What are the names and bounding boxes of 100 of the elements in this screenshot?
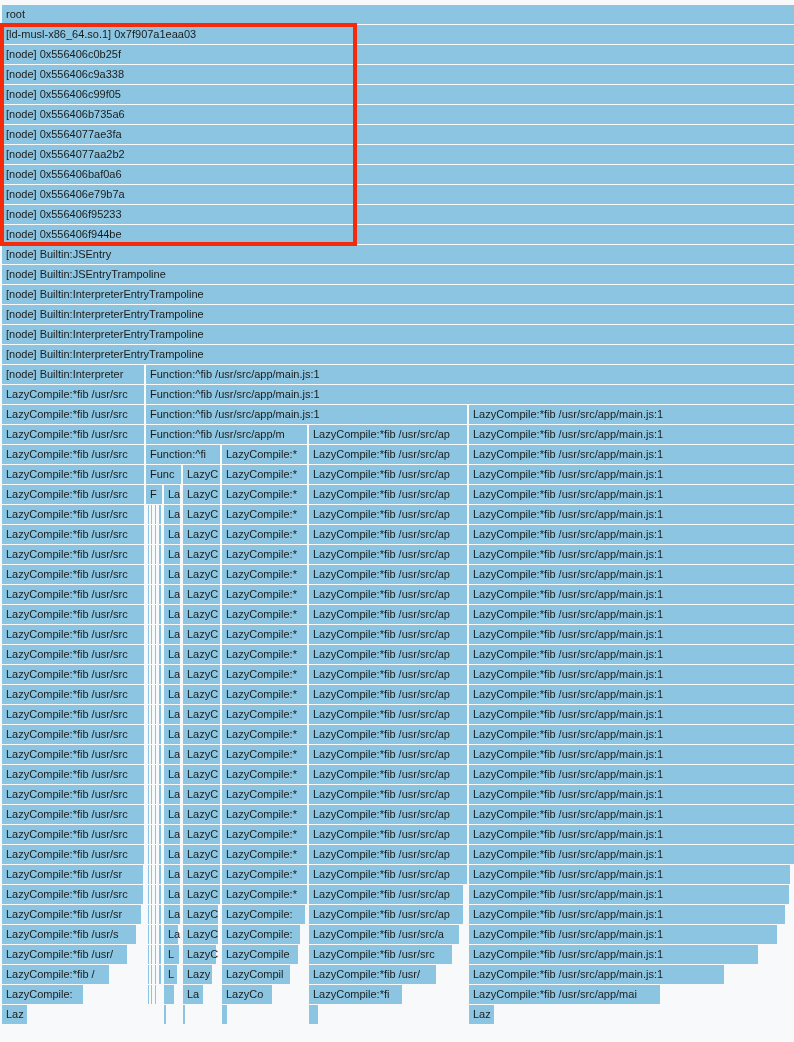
flame-frame[interactable]: [node] 0x556406baf0a6 bbox=[2, 165, 794, 184]
flame-frame[interactable]: LazyCompile:* bbox=[222, 725, 307, 744]
flame-frame[interactable]: LazyC bbox=[183, 885, 220, 904]
flame-frame[interactable]: LazyCompile: bbox=[2, 985, 83, 1004]
flame-frame[interactable]: LazyCompil bbox=[222, 965, 290, 984]
flame-frame[interactable]: LazyCompile:* bbox=[222, 585, 307, 604]
flame-frame[interactable]: LazyCompile:*fib /usr/src/app/main.js:1 bbox=[469, 925, 777, 944]
flame-frame[interactable]: LazyCompile:*fib /usr/src/app/main.js:1 bbox=[469, 905, 785, 924]
flame-frame[interactable]: LazyCompile:*fib /usr/src/app/main.js:1 bbox=[469, 585, 794, 604]
flame-frame[interactable]: LazyC bbox=[183, 765, 220, 784]
flame-frame[interactable]: La bbox=[164, 585, 180, 604]
flame-frame[interactable]: LazyCompile:* bbox=[222, 685, 307, 704]
flame-frame[interactable]: LazyCompile:*fib /usr/src/ap bbox=[309, 785, 467, 804]
flame-frame[interactable]: La bbox=[164, 545, 180, 564]
flame-frame[interactable]: LazyCompile:*fib /usr/src bbox=[2, 705, 144, 724]
flame-frame[interactable]: LazyCompile:* bbox=[222, 845, 307, 864]
flame-frame[interactable]: LazyCompile:*fib /usr/src bbox=[2, 405, 144, 424]
flame-frame[interactable]: La bbox=[164, 645, 180, 664]
flame-frame[interactable]: LazyCompile:*fib /usr/src bbox=[2, 425, 144, 444]
flame-frame[interactable]: La bbox=[164, 725, 180, 744]
flame-frame[interactable]: LazyCompile:*fib /usr/src bbox=[2, 645, 144, 664]
flame-frame[interactable]: LazyC bbox=[183, 925, 218, 944]
flame-frame[interactable]: [node] Builtin:InterpreterEntryTrampoline bbox=[2, 325, 794, 344]
flame-frame[interactable]: LazyC bbox=[183, 825, 220, 844]
flame-frame[interactable]: LazyCompile:*fib /usr/src bbox=[2, 445, 144, 464]
flame-frame[interactable]: LazyCompile:*fib /usr/src/app/main.js:1 bbox=[469, 685, 794, 704]
flame-frame[interactable]: LazyC bbox=[183, 905, 218, 924]
flame-frame[interactable]: LazyCompile:*fib /usr/src/ap bbox=[309, 525, 467, 544]
flame-frame[interactable]: LazyC bbox=[183, 745, 220, 764]
flame-frame[interactable]: LazyCompile:*fib /usr/src/ap bbox=[309, 545, 467, 564]
flame-frame[interactable]: LazyCompile:*fib /usr/src/ap bbox=[309, 845, 467, 864]
flame-frame[interactable]: La bbox=[164, 865, 180, 884]
flame-frame[interactable]: [node] Builtin:JSEntry bbox=[2, 245, 794, 264]
flame-frame[interactable]: LazyCompile:*fib /usr/src/ap bbox=[309, 705, 467, 724]
flame-frame[interactable]: LazyCompile:*fib /usr/src/ap bbox=[309, 805, 467, 824]
flame-frame[interactable]: [node] Builtin:JSEntryTrampoline bbox=[2, 265, 794, 284]
flame-frame[interactable]: LazyCompile:*fib /usr/src/app/main.js:1 bbox=[469, 645, 794, 664]
flame-frame[interactable]: LazyCompile:*fib /usr/src/ap bbox=[309, 585, 467, 604]
flame-frame[interactable]: LazyCompile:*fib /usr/src bbox=[2, 505, 144, 524]
flame-frame[interactable]: LazyCompile:*fib /usr/src/ap bbox=[309, 485, 467, 504]
flame-frame[interactable]: L bbox=[164, 945, 179, 964]
flame-frame-sliver[interactable] bbox=[309, 1005, 318, 1024]
flame-frame[interactable]: Func bbox=[146, 465, 181, 484]
flame-frame[interactable]: LazyCompile:*fib /usr/src bbox=[2, 545, 144, 564]
flame-frame[interactable]: La bbox=[164, 845, 180, 864]
flame-frame[interactable]: LazyCompile:*fib /usr/src/app/main.js:1 bbox=[469, 665, 794, 684]
flame-frame[interactable]: [node] 0x556406c99f05 bbox=[2, 85, 794, 104]
flame-frame[interactable]: LazyCompile:*fib /usr/src/app/main.js:1 bbox=[469, 785, 794, 804]
flame-frame[interactable]: LazyC bbox=[183, 945, 216, 964]
flame-frame[interactable]: [node] 0x556406f944be bbox=[2, 225, 794, 244]
flame-frame[interactable]: LazyCompile:*fib /usr/src/app/main.js:1 bbox=[469, 465, 794, 484]
flame-frame[interactable]: LazyCompile:* bbox=[222, 465, 307, 484]
flame-frame[interactable]: LazyCompile:*fib /usr/src/app/main.js:1 bbox=[469, 605, 794, 624]
flame-frame-sliver[interactable] bbox=[164, 985, 174, 1004]
flame-frame[interactable]: [node] 0x556406c0b25f bbox=[2, 45, 794, 64]
flame-frame[interactable]: LazyCompile:*fib /usr/src/app/main.js:1 bbox=[469, 425, 794, 444]
flame-frame[interactable]: LazyCompile:*fib /usr/src/ap bbox=[309, 445, 467, 464]
flame-frame[interactable]: LazyCompile:*fib /usr/src/app/main.js:1 bbox=[469, 525, 794, 544]
flame-frame[interactable]: LazyCompile:* bbox=[222, 785, 307, 804]
flame-frame[interactable]: LazyC bbox=[183, 785, 220, 804]
flame-frame[interactable]: LazyC bbox=[183, 465, 220, 484]
flame-frame[interactable]: Laz bbox=[469, 1005, 494, 1024]
flame-frame[interactable]: LazyCompile:*fib /usr/src bbox=[2, 485, 144, 504]
flame-frame-sliver[interactable] bbox=[222, 1005, 227, 1024]
flame-frame[interactable]: LazyCompile:*fib /usr/src/ap bbox=[309, 825, 467, 844]
flame-frame[interactable]: LazyCompile:*fib /usr/src/app/main.js:1 bbox=[469, 945, 758, 964]
flame-frame[interactable]: [node] Builtin:InterpreterEntryTrampoline bbox=[2, 345, 794, 364]
flame-frame[interactable]: LazyC bbox=[183, 505, 220, 524]
flame-frame[interactable]: La bbox=[164, 565, 180, 584]
flame-frame[interactable]: LazyCompile:*fib /usr/src/app/main.js:1 bbox=[469, 485, 794, 504]
flame-frame[interactable]: LazyCompile:*fib /usr/src bbox=[2, 685, 144, 704]
flame-frame[interactable]: LazyCompile:*fib /usr/src/app/main.js:1 bbox=[469, 565, 794, 584]
flame-frame[interactable]: La bbox=[164, 825, 180, 844]
flame-frame[interactable]: La bbox=[164, 625, 180, 644]
flame-frame[interactable]: LazyCompile:*fib /usr/src/app/main.js:1 bbox=[469, 805, 794, 824]
flame-frame[interactable]: Function:^fib /usr/src/app/main.js:1 bbox=[146, 405, 467, 424]
flame-frame[interactable]: LazyCompile:*fib /usr/src/ap bbox=[309, 505, 467, 524]
flame-frame[interactable]: LazyC bbox=[183, 725, 220, 744]
flame-frame[interactable]: La bbox=[164, 485, 180, 504]
flame-frame[interactable]: LazyCompile bbox=[222, 945, 298, 964]
flame-frame[interactable]: LazyCompile:*fib /usr/src/ap bbox=[309, 565, 467, 584]
flame-frame[interactable]: LazyCompile:*fib /usr/src bbox=[2, 785, 144, 804]
flame-frame[interactable]: [node] 0x5564077ae3fa bbox=[2, 125, 794, 144]
flame-frame[interactable]: LazyCo bbox=[222, 985, 272, 1004]
flame-frame[interactable]: LazyC bbox=[183, 685, 220, 704]
flame-frame[interactable]: LazyC bbox=[183, 545, 220, 564]
flame-frame[interactable]: LazyCompile:*fib /usr/src/app/main.js:1 bbox=[469, 445, 794, 464]
flame-frame[interactable]: LazyCompile:* bbox=[222, 645, 307, 664]
flame-frame[interactable]: LazyCompile:* bbox=[222, 765, 307, 784]
flame-frame[interactable]: LazyCompile:*fib /usr/src/app/mai bbox=[469, 985, 660, 1004]
flame-frame[interactable]: LazyCompile:* bbox=[222, 705, 307, 724]
flame-frame[interactable]: LazyCompile:*fib /usr/src bbox=[2, 765, 144, 784]
flame-frame[interactable]: LazyCompile:*fib /usr/src bbox=[2, 665, 144, 684]
flame-frame[interactable]: LazyCompile:* bbox=[222, 825, 307, 844]
flame-frame[interactable]: LazyCompile:*fib /usr/src bbox=[2, 625, 144, 644]
flame-frame[interactable]: LazyC bbox=[183, 805, 220, 824]
flame-frame[interactable]: LazyC bbox=[183, 525, 220, 544]
flame-frame[interactable]: LazyCompile:* bbox=[222, 445, 307, 464]
flame-frame[interactable]: LazyCompile:*fib /usr/src/ap bbox=[309, 765, 467, 784]
flame-frame[interactable]: LazyCompile: bbox=[222, 905, 305, 924]
